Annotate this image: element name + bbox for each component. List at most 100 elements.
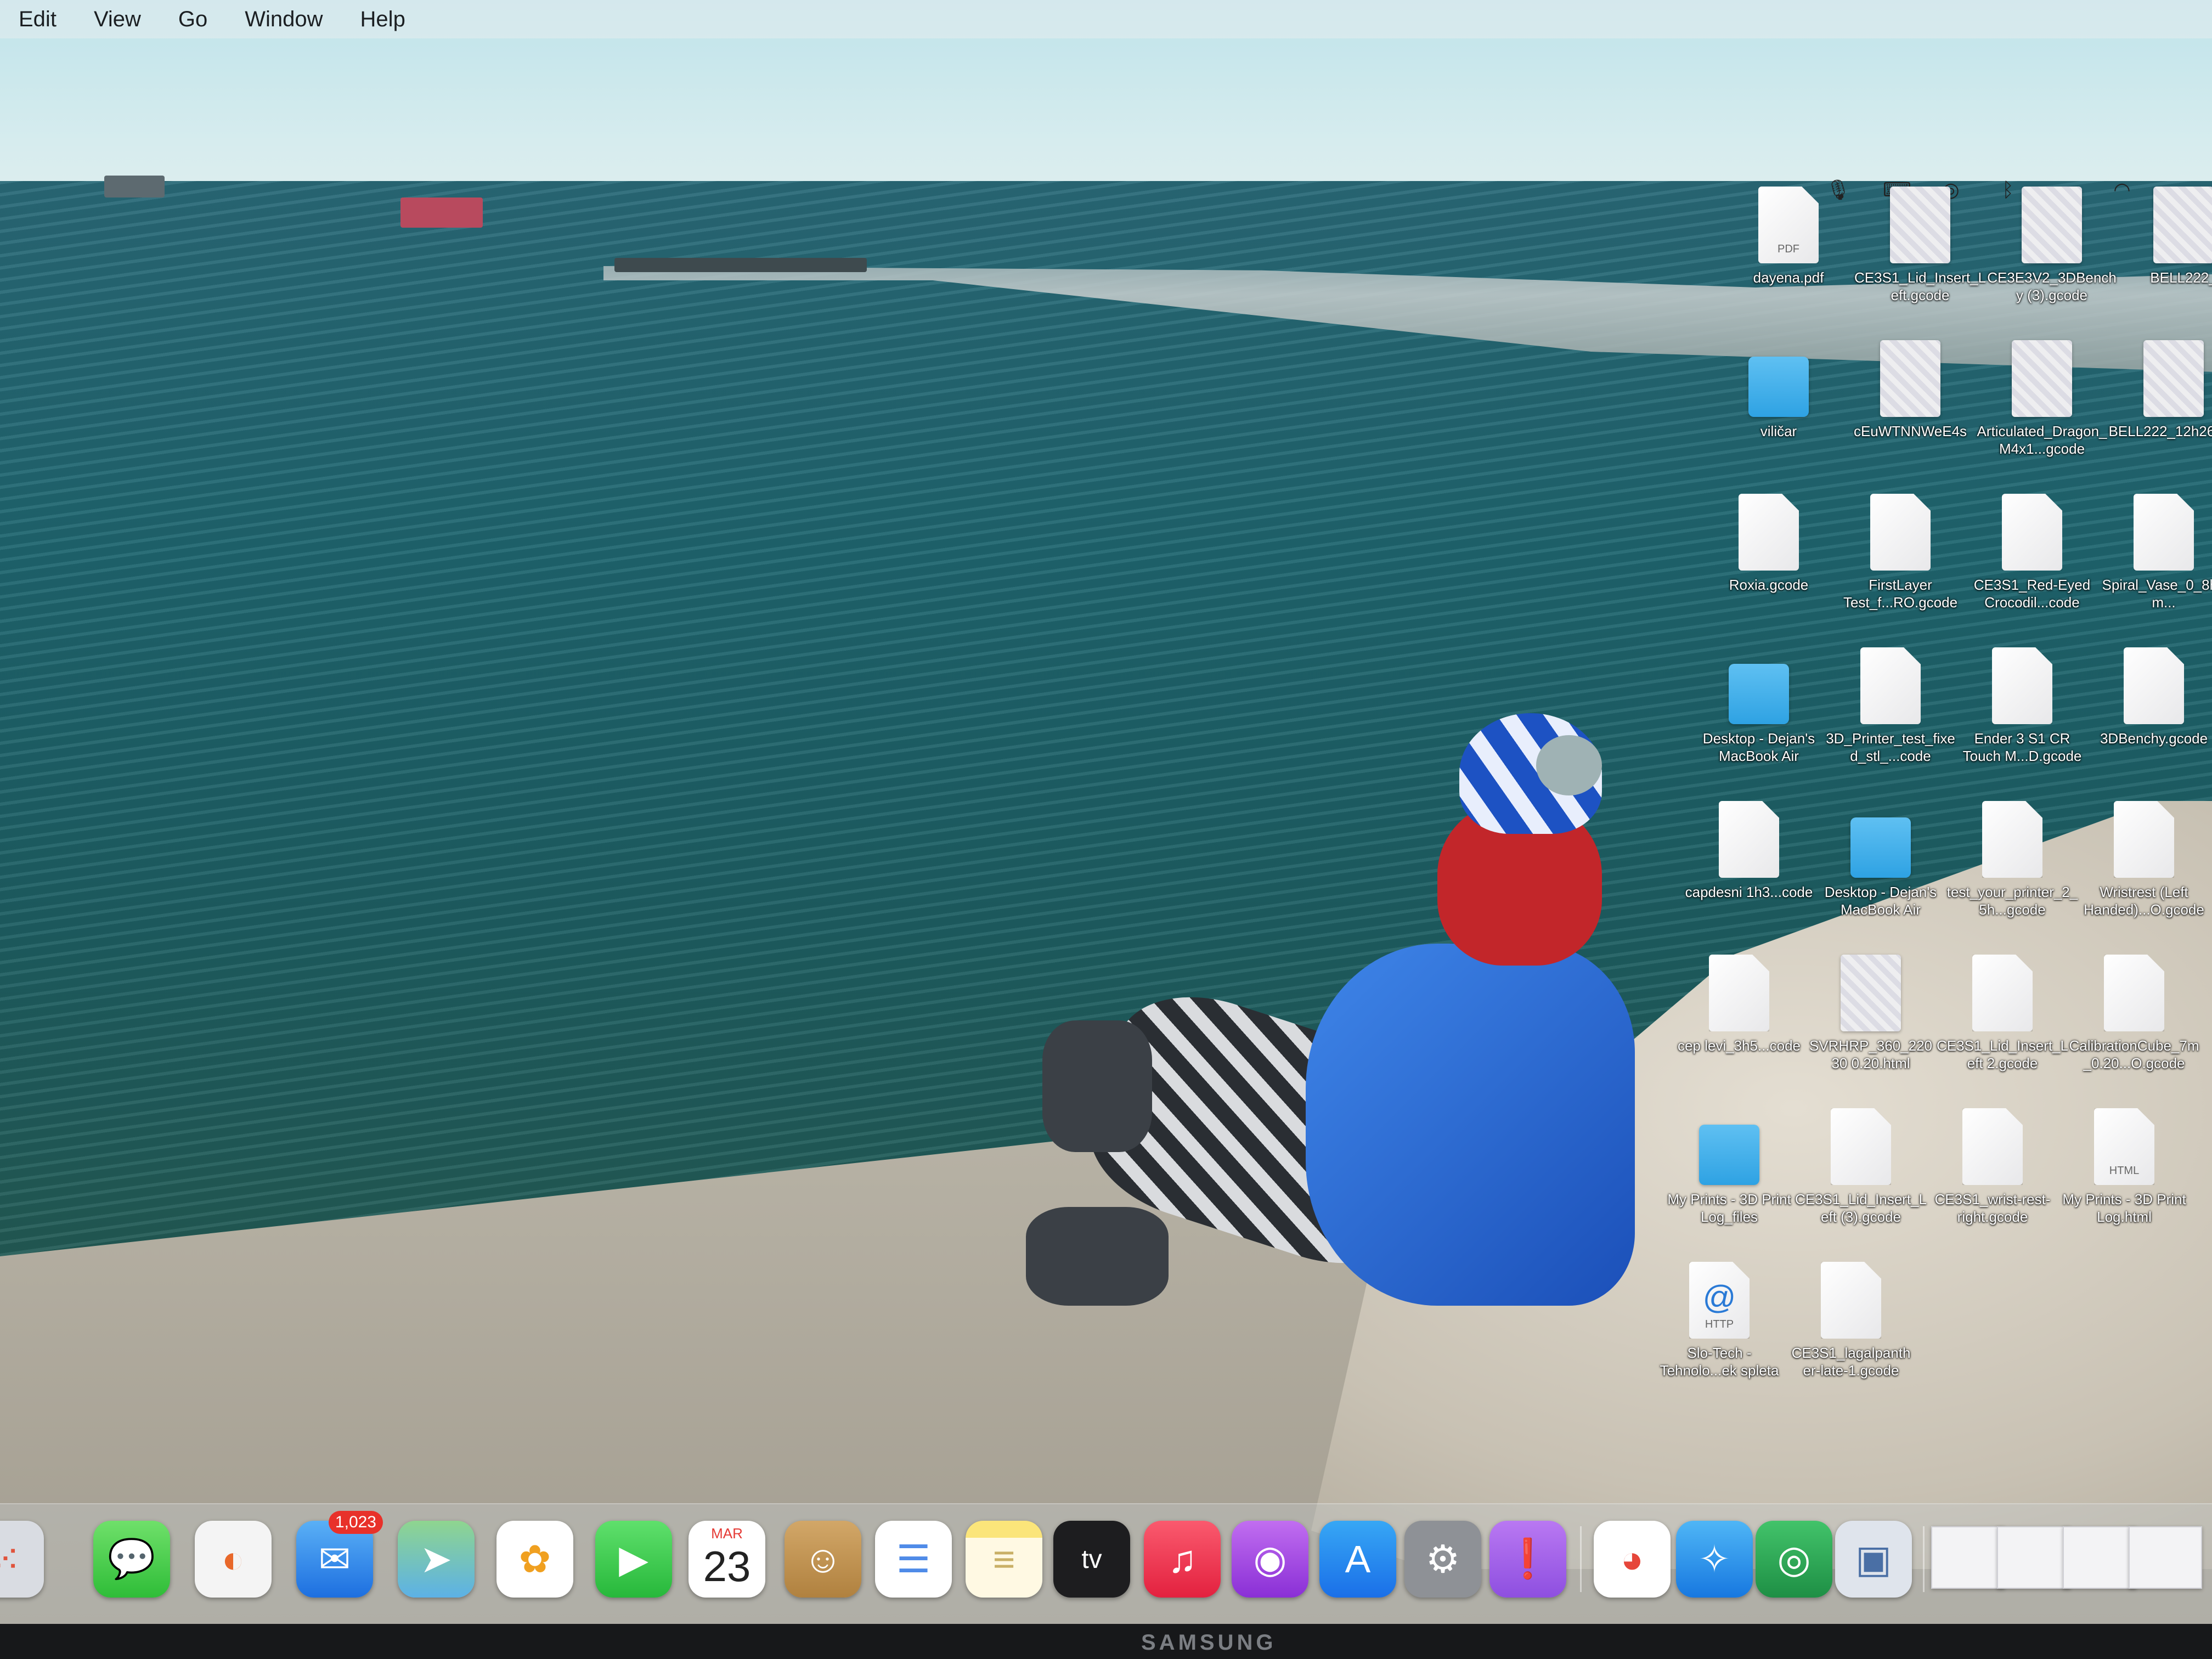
dock-music[interactable]: ♫: [1144, 1521, 1221, 1598]
maps-icon: ➤: [420, 1538, 453, 1581]
dock-preview[interactable]: ▣: [1835, 1521, 1912, 1598]
desktop-item[interactable]: viličar: [1713, 340, 1844, 440]
desktop-item[interactable]: Roxia.gcode: [1703, 494, 1835, 594]
desktop-item-label: dayena.pdf: [1753, 269, 1824, 286]
desktop-item[interactable]: FirstLayer Test_f...RO.gcode: [1835, 494, 1966, 611]
facetime-icon: ▶: [619, 1538, 648, 1581]
desktop-item-label: capdesni 1h3...code: [1685, 884, 1813, 900]
desktop-item[interactable]: CE3S1_Lid_Insert_Left 2.gcode: [1937, 955, 2068, 1072]
desktop-item[interactable]: Ender 3 S1 CR Touch M...D.gcode: [1956, 647, 2088, 765]
photos-icon: ✿: [518, 1538, 551, 1581]
calendar-month: MAR: [711, 1525, 743, 1542]
desktop-item[interactable]: Articulated_Dragon_M4x1...gcode: [1976, 340, 2108, 458]
document-icon: [1870, 494, 1931, 571]
folder-icon: [1748, 357, 1809, 417]
dock-reminders[interactable]: ☰: [875, 1521, 952, 1598]
desktop-item[interactable]: HTML My Prints - 3D Print Log.html: [2058, 1108, 2190, 1226]
document-icon: [2143, 340, 2204, 417]
menu-help[interactable]: Help: [342, 7, 424, 32]
dock-minimized-window[interactable]: [2129, 1526, 2202, 1589]
dock-photos[interactable]: ✿: [496, 1521, 573, 1598]
desktop-item[interactable]: Desktop - Dejan's MacBook Air: [1815, 801, 1946, 918]
find-my-icon: ◎: [1777, 1538, 1811, 1581]
apple-tv-icon: tv: [1053, 1521, 1130, 1598]
desktop-item[interactable]: @ HTTP Slo-Tech - Tehnolo...ek spleta: [1654, 1262, 1785, 1379]
dock-safari[interactable]: ✧: [1676, 1521, 1753, 1598]
desktop-item-label: test_your_printer_2_5h...gcode: [1946, 884, 2078, 918]
desktop-item[interactable]: cEuWTNNWeE4s: [1844, 340, 1976, 440]
dock-podcasts[interactable]: ◉: [1232, 1521, 1308, 1598]
desktop-item[interactable]: Wristrest (Left Handed)...O.gcode: [2078, 801, 2210, 918]
dock-minimized-window[interactable]: [1997, 1526, 2070, 1589]
dock-system-settings[interactable]: ⚙: [1404, 1521, 1481, 1598]
desktop-item[interactable]: Desktop - Dejan's MacBook Air: [1693, 647, 1825, 765]
desktop-item-label: CE3E3V2_3DBenchy (3).gcode: [1987, 269, 2117, 303]
dock-minimized-window[interactable]: [1931, 1526, 2005, 1589]
document-icon: [1890, 187, 1950, 263]
document-icon: [1831, 1108, 1891, 1185]
desktop-item[interactable]: Spiral_Vase_0_8h0m...: [2098, 494, 2212, 611]
document-icon: [2022, 187, 2082, 263]
mac-screen: Edit View Go Window Help 🎙 ⌨ ◎ ᛒ ▭ ◠ ⌕ P…: [0, 0, 2212, 1659]
menu-view[interactable]: View: [75, 7, 160, 32]
dock-find-my[interactable]: ◎: [1756, 1521, 1832, 1598]
dock-feedback[interactable]: ❗: [1489, 1521, 1566, 1598]
dock-creality-print[interactable]: ◐: [195, 1521, 272, 1598]
dock-maps[interactable]: ➤: [398, 1521, 475, 1598]
chrome-icon: ◕: [1620, 1538, 1644, 1581]
menu-window[interactable]: Window: [226, 7, 341, 32]
dock-chrome[interactable]: ◕: [1594, 1521, 1671, 1598]
desktop-item-label: CE3S1_Lid_Insert_Left.gcode: [1854, 269, 1986, 303]
desktop-item[interactable]: 3D_Printer_test_fixed_stl_...code: [1825, 647, 1956, 765]
menu-edit[interactable]: Edit: [0, 7, 75, 32]
desktop-item[interactable]: BELL222_12h26m...: [2108, 340, 2212, 440]
desktop-item[interactable]: CE3E3V2_3DBenchy (3).gcode: [1986, 187, 2118, 304]
document-icon: [1860, 647, 1921, 724]
dock-messages[interactable]: 💬: [93, 1521, 170, 1598]
desktop-item[interactable]: test_your_printer_2_5h...gcode: [1946, 801, 2078, 918]
wallpaper-pier: [614, 258, 867, 272]
feedback-icon: ❗: [1504, 1537, 1552, 1580]
desktop-item-label: CE3S1_lagalpanth er-late-1.gcode: [1791, 1345, 1911, 1379]
menu-go[interactable]: Go: [160, 7, 226, 32]
monitor-brand-logo: SAMSUNG: [1141, 1630, 1277, 1655]
notes-icon: ≡: [992, 1538, 1015, 1581]
desktop-item[interactable]: CE3S1_wrist-rest-right.gcode: [1927, 1108, 2058, 1226]
desktop-item[interactable]: SVRHRP_360_220 30 0.20.html: [1805, 955, 1937, 1072]
contacts-icon: ☺: [803, 1538, 843, 1581]
desktop-item[interactable]: CalibrationCube_7m_0.20...O.gcode: [2068, 955, 2200, 1072]
folder-icon: [1729, 664, 1789, 724]
dock-contacts[interactable]: ☺: [785, 1521, 861, 1598]
desktop-item[interactable]: capdesni 1h3...code: [1683, 801, 1815, 901]
desktop-item-label: My Prints - 3D Print Log_files: [1667, 1191, 1791, 1225]
desktop-item-label: Ender 3 S1 CR Touch M...D.gcode: [1962, 730, 2082, 764]
document-icon: [2124, 647, 2184, 724]
desktop-item-label: Slo-Tech - Tehnolo...ek spleta: [1660, 1345, 1779, 1379]
dock-minimized-window[interactable]: [2063, 1526, 2136, 1589]
desktop-item[interactable]: BELL222_: [2118, 187, 2212, 286]
webloc-icon: @ HTTP: [1689, 1262, 1750, 1339]
desktop-item-label: 3D_Printer_test_fixed_stl_...code: [1826, 730, 1955, 764]
dock-launchpad[interactable]: ⁙: [0, 1521, 44, 1598]
desktop-item[interactable]: cep levi_3h5...code: [1673, 955, 1805, 1054]
document-icon: [2012, 340, 2072, 417]
desktop-item[interactable]: 3DBenchy.gcode: [2088, 647, 2212, 747]
dock: ⁙ 💬 ◐ ✉ 1,023 ➤ ✿ ▶ MAR 23 ☺ ☰ ≡ tv ♫ ◉ …: [0, 1503, 2212, 1630]
desktop-item-label: viličar: [1760, 423, 1797, 439]
desktop-item[interactable]: CE3S1_Lid_Insert_Left (3).gcode: [1795, 1108, 1927, 1226]
document-icon: [1709, 955, 1769, 1031]
document-icon: [1841, 955, 1901, 1031]
dock-calendar[interactable]: MAR 23: [689, 1521, 765, 1598]
desktop-item[interactable]: CE3S1_Lid_Insert_Left.gcode: [1854, 187, 1986, 304]
dock-apple-tv[interactable]: tv: [1053, 1521, 1130, 1598]
dock-app-store[interactable]: A: [1319, 1521, 1396, 1598]
file-type-tag: PDF: [1778, 243, 1799, 255]
desktop-item[interactable]: CE3S1_lagalpanth er-late-1.gcode: [1785, 1262, 1917, 1379]
desktop-item[interactable]: CE3S1_Red-Eyed Crocodil...code: [1966, 494, 2098, 611]
dock-notes[interactable]: ≡: [966, 1521, 1042, 1598]
desktop-item[interactable]: PDF dayena.pdf: [1723, 187, 1854, 286]
dock-mail[interactable]: ✉ 1,023: [296, 1511, 383, 1598]
desktop-item[interactable]: My Prints - 3D Print Log_files: [1663, 1108, 1795, 1226]
document-icon: [2002, 494, 2062, 571]
dock-facetime[interactable]: ▶: [595, 1521, 672, 1598]
